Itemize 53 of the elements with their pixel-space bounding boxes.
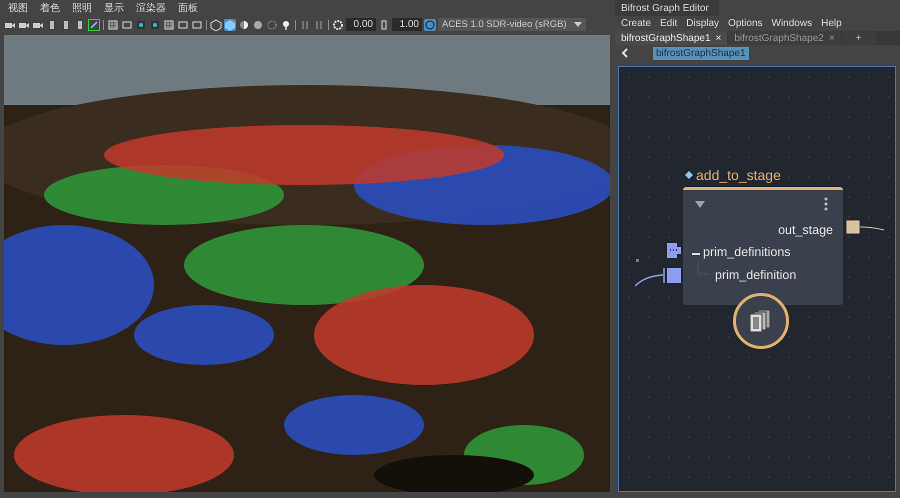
diamond-icon — [685, 171, 693, 179]
breadcrumb[interactable]: bifrostGraphShape1 — [653, 46, 749, 60]
color-management-icon[interactable] — [424, 18, 436, 30]
menu-item[interactable]: 渲染器 — [136, 1, 166, 15]
input-label: prim_definition — [715, 268, 796, 282]
output-port[interactable] — [846, 220, 860, 234]
toolbar-icon[interactable] — [266, 18, 278, 30]
more-icon[interactable] — [824, 197, 828, 211]
toolbar-icon[interactable] — [149, 18, 161, 30]
window-title: Bifrost Graph Editor — [615, 0, 719, 16]
menu-item[interactable]: Help — [821, 18, 842, 29]
menu-item[interactable]: Create — [621, 18, 652, 29]
toolbar-icon[interactable] — [224, 18, 236, 30]
output-label: out_stage — [778, 223, 833, 237]
gamma-field[interactable]: 1.00 — [392, 18, 422, 31]
connection-wire — [635, 265, 681, 287]
menu-item[interactable]: Options — [728, 18, 763, 29]
connection-wire — [860, 225, 884, 231]
toolbar-icon[interactable] — [191, 18, 203, 30]
close-icon[interactable]: × — [828, 32, 835, 44]
node-title: add_to_stage — [696, 167, 781, 183]
input-label: prim_definitions — [703, 245, 791, 259]
node-card[interactable]: out_stage prim_definitions prim_definition — [683, 187, 843, 305]
toolbar-icon[interactable] — [135, 18, 147, 30]
close-icon[interactable]: × — [716, 32, 722, 44]
add-tab-button[interactable]: + — [842, 31, 876, 45]
menu-item[interactable]: 视图 — [8, 1, 28, 15]
toolbar-icon[interactable] — [280, 18, 292, 30]
color-space-dropdown[interactable]: ACES 1.0 SDR-video (sRGB) — [438, 18, 586, 31]
toolbar-icon[interactable] — [121, 18, 133, 30]
toolbar-icon[interactable] — [238, 18, 250, 30]
toolbar-icon[interactable] — [177, 18, 189, 30]
separator-icon — [327, 18, 330, 30]
menu-item[interactable]: 显示 — [104, 1, 124, 15]
gear-icon[interactable] — [332, 18, 344, 30]
array-port[interactable] — [667, 243, 681, 258]
separator-icon — [294, 18, 297, 30]
exposure-field[interactable]: 0.00 — [346, 18, 376, 31]
menu-item[interactable]: 着色 — [40, 1, 60, 15]
collapse-icon[interactable] — [695, 201, 705, 208]
caret-icon — [574, 22, 582, 27]
back-icon[interactable] — [621, 48, 629, 58]
toolbar-icon[interactable] — [88, 18, 100, 30]
menu-item[interactable]: Display — [686, 18, 720, 29]
menu-item[interactable]: 照明 — [72, 1, 92, 15]
tab[interactable]: bifrostGraphShape1 × — [615, 31, 728, 45]
menu-item[interactable]: Edit — [660, 18, 678, 29]
separator-icon — [205, 18, 208, 30]
toolbar-icon[interactable] — [252, 18, 264, 30]
separator-icon — [102, 18, 105, 30]
menu-item[interactable]: Windows — [772, 18, 812, 29]
tab[interactable]: bifrostGraphShape2 × — [728, 31, 841, 45]
menu-item[interactable]: 面板 — [178, 1, 198, 15]
